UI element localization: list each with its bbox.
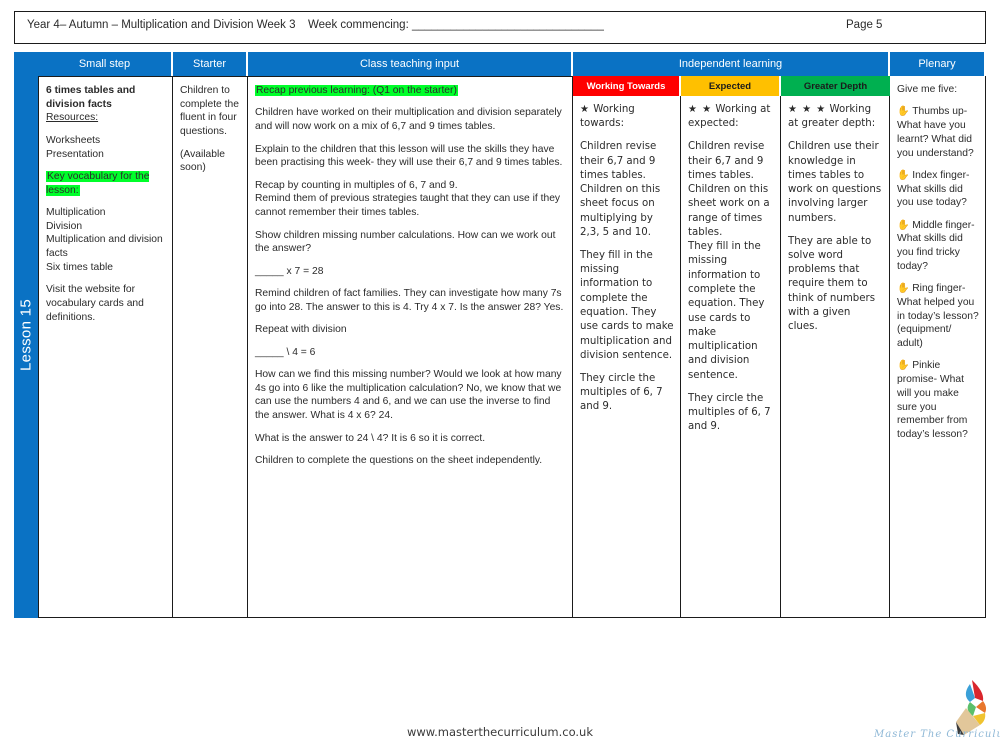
hand-icon: ✋ xyxy=(897,219,913,231)
column-header-plenary: Plenary xyxy=(890,52,986,76)
teaching-paragraph: Remind children of fact families. They c… xyxy=(255,288,564,313)
greater-depth-heading: ★ ★ ★ Working at greater depth: xyxy=(788,104,876,130)
page-header: Year 4– Autumn – Multiplication and Divi… xyxy=(14,11,986,44)
teaching-paragraph: How can we find this missing number? Wou… xyxy=(255,369,562,422)
plenary-heading: Give me five: xyxy=(897,84,958,95)
star-rating-icon: ★ ★ xyxy=(688,104,713,115)
teaching-paragraph: Remind them of previous strategies taugh… xyxy=(255,193,561,219)
equation-multiplication: _____ x 7 = 28 xyxy=(255,265,324,277)
plenary-item: ✋ Pinkie promise- What will you make sur… xyxy=(897,359,979,441)
working-towards-paragraph: They fill in the missing information to … xyxy=(580,249,674,361)
cell-class-teaching-input: Recap previous learning: (Q1 on the star… xyxy=(248,76,573,618)
starter-instruction: Children to complete the fluent in four … xyxy=(180,85,239,138)
page-number: Page 5 xyxy=(846,19,883,31)
teaching-paragraph: Repeat with division xyxy=(255,324,347,336)
star-rating-icon: ★ xyxy=(580,104,590,115)
cell-expected: ★ ★ Working at expected: Children revise… xyxy=(681,96,781,618)
hand-icon: ✋ xyxy=(897,283,913,295)
lesson-plan-table: Lesson 15 Small step Starter Class teach… xyxy=(14,52,986,618)
hand-icon: ✋ xyxy=(897,169,913,181)
logo-wordmark: Master The Curriculum xyxy=(874,729,1000,740)
lesson-tab-label: Lesson 15 xyxy=(17,299,35,371)
teaching-paragraph: Explain to the children that this lesson… xyxy=(255,143,563,169)
plenary-item: ✋ Thumbs up- What have you learnt? What … xyxy=(897,105,979,160)
cell-starter: Children to complete the fluent in four … xyxy=(173,76,248,618)
column-header-independent-learning: Independent learning xyxy=(573,52,890,76)
column-header-starter: Starter xyxy=(173,52,248,76)
vocabulary-item: Multiplication xyxy=(46,207,106,219)
cell-greater-depth: ★ ★ ★ Working at greater depth: Children… xyxy=(781,96,890,618)
greater-depth-paragraph: They are able to solve word problems tha… xyxy=(788,235,876,333)
working-towards-heading: ★ Working towards: xyxy=(580,104,635,130)
cell-plenary: Give me five: ✋ Thumbs up- What have you… xyxy=(890,76,986,618)
band-greater-depth: Greater Depth xyxy=(781,76,890,96)
plenary-item: ✋ Middle finger- What skills did you fin… xyxy=(897,219,979,274)
plenary-list: ✋ Thumbs up- What have you learnt? What … xyxy=(897,105,979,441)
equation-division: _____ \ 4 = 6 xyxy=(255,346,316,358)
footer-website-url[interactable]: www.masterthecurriculum.co.uk xyxy=(0,725,1000,739)
column-header-class-teaching-input: Class teaching input xyxy=(248,52,573,76)
teaching-paragraph: Show children missing number calculation… xyxy=(255,229,556,255)
expected-paragraph: Children revise their 6,7 and 9 times ta… xyxy=(688,141,770,238)
plenary-item: ✋ Index finger- What skills did you use … xyxy=(897,169,979,210)
cell-small-step: 6 times tables and division facts Resour… xyxy=(38,76,173,618)
band-expected: Expected xyxy=(681,76,781,96)
hand-icon: ✋ xyxy=(897,106,913,118)
expected-paragraph: They fill in the missing information to … xyxy=(688,241,765,381)
vocabulary-item: Division xyxy=(46,220,83,232)
vocabulary-item: Six times table xyxy=(46,261,113,273)
teaching-paragraph: Children to complete the questions on th… xyxy=(255,455,543,466)
website-note: Visit the website for vocabulary cards a… xyxy=(46,284,144,323)
header-row: Year 4– Autumn – Multiplication and Divi… xyxy=(15,12,985,43)
brand-logo: Master The Curriculum xyxy=(874,678,1000,744)
vocabulary-item: Multiplication and division facts xyxy=(46,234,163,260)
hand-icon: ✋ xyxy=(897,360,913,372)
band-working-towards: Working Towards xyxy=(573,76,681,96)
small-step-title: 6 times tables and division facts xyxy=(46,85,136,110)
starter-availability: (Available soon) xyxy=(180,148,226,174)
resources-label: Resources: xyxy=(46,112,99,124)
plenary-item: ✋ Ring finger- What helped you in today’… xyxy=(897,282,979,350)
key-vocabulary-label: Key vocabulary for the lesson: xyxy=(46,170,150,196)
resource-item: Presentation xyxy=(46,148,104,160)
star-rating-icon: ★ ★ ★ xyxy=(788,104,827,115)
working-towards-paragraph: They circle the multiples of 6, 7 and 9. xyxy=(580,372,663,413)
lesson-tab: Lesson 15 xyxy=(14,52,38,618)
week-commencing-field: Week commencing: _______________________… xyxy=(308,19,604,31)
teaching-paragraph: Recap by counting in multiples of 6, 7 a… xyxy=(255,179,458,191)
plenary-item-text: Pinkie promise- What will you make sure … xyxy=(897,360,968,440)
expected-heading: ★ ★ Working at expected: xyxy=(688,104,771,130)
teaching-paragraph: What is the answer to 24 \ 4? It is 6 so… xyxy=(255,432,486,444)
expected-paragraph: They circle the multiples of 6, 7 and 9. xyxy=(688,392,771,433)
resource-item: Worksheets xyxy=(46,134,101,146)
column-header-small-step: Small step xyxy=(38,52,173,76)
working-towards-paragraph: Children revise their 6,7 and 9 times ta… xyxy=(580,141,661,238)
header-title: Year 4– Autumn – Multiplication and Divi… xyxy=(27,19,296,31)
greater-depth-paragraph: Children use their knowledge in times ta… xyxy=(788,141,882,224)
cell-working-towards: ★ Working towards: Children revise their… xyxy=(573,96,681,618)
teaching-paragraph: Children have worked on their multiplica… xyxy=(255,107,562,133)
recap-heading: Recap previous learning: (Q1 on the star… xyxy=(255,85,458,96)
pencil-flame-icon xyxy=(956,680,987,735)
